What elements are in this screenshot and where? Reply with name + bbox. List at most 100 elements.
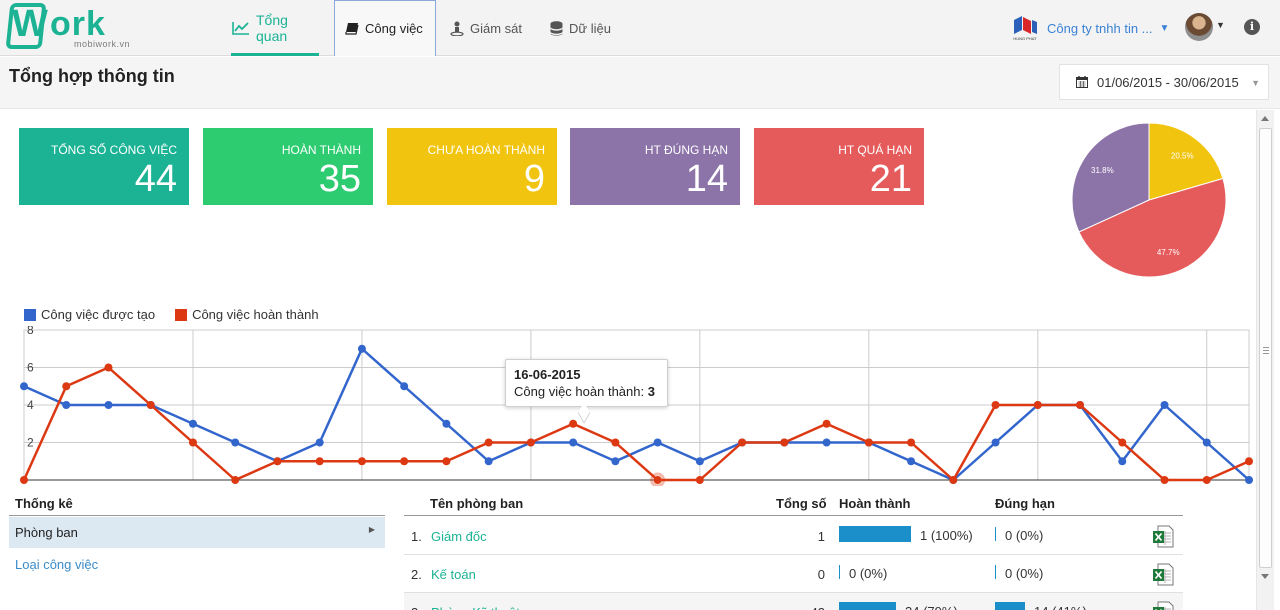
data-point[interactable] [62, 382, 71, 391]
data-point[interactable] [357, 344, 366, 353]
data-point[interactable] [484, 438, 493, 447]
main-nav: Tổng quan Công việc Giám sát Dữ liệu [222, 0, 640, 56]
data-point[interactable] [653, 438, 662, 447]
col-header-name[interactable]: Tên phòng ban [430, 496, 523, 511]
ontime-text: 0 (0%) [1005, 528, 1044, 543]
data-point[interactable] [104, 363, 113, 372]
col-header-total[interactable]: Tổng số [776, 496, 827, 511]
dept-name-link[interactable]: Phòng Kỹ thuật [431, 605, 520, 610]
data-point[interactable] [822, 438, 831, 447]
data-point[interactable] [991, 401, 1000, 409]
user-avatar[interactable] [1185, 13, 1213, 41]
col-header-done[interactable]: Hoàn thành [839, 496, 911, 511]
data-point[interactable] [62, 401, 71, 409]
tab-overview-label: Tổng quan [256, 12, 288, 44]
tooltip-value: 3 [647, 384, 655, 399]
legend-item-created[interactable]: Công việc được tạo [24, 307, 155, 322]
data-point[interactable] [569, 438, 578, 447]
tab-overview[interactable]: Tổng quan [222, 0, 328, 56]
card-total-tasks[interactable]: TỔNG SỐ CÔNG VIỆC 44 [19, 128, 189, 205]
data-point[interactable] [822, 419, 831, 428]
legend-item-completed[interactable]: Công việc hoàn thành [175, 307, 319, 322]
vertical-scrollbar[interactable] [1256, 110, 1274, 610]
card-on-time[interactable]: HT ĐÚNG HẠN 14 [570, 128, 740, 205]
data-point[interactable] [695, 457, 704, 466]
data-point[interactable] [231, 438, 240, 447]
dept-name-link[interactable]: Kế toán [431, 567, 476, 582]
done-text: 34 (79%) [905, 604, 958, 610]
scroll-down-arrow-icon[interactable] [1261, 574, 1269, 579]
data-point[interactable] [1245, 457, 1253, 466]
data-point[interactable] [188, 419, 197, 428]
data-point[interactable] [780, 438, 789, 447]
tab-tasks[interactable]: Công việc [334, 0, 436, 56]
data-point[interactable] [695, 476, 704, 484]
database-icon [550, 20, 563, 36]
y-tick-label: 4 [27, 398, 34, 412]
data-point[interactable] [1118, 457, 1127, 466]
data-point[interactable] [20, 382, 28, 391]
data-point[interactable] [273, 457, 282, 466]
data-point[interactable] [188, 438, 197, 447]
data-point[interactable] [442, 457, 451, 466]
date-range-picker[interactable]: 01/06/2015 - 30/06/2015 ▼ [1059, 64, 1269, 100]
data-point[interactable] [231, 476, 240, 484]
data-point[interactable] [315, 438, 324, 447]
legend-swatch-completed [175, 308, 188, 321]
data-point[interactable] [104, 401, 113, 409]
legend-label-created: Công việc được tạo [41, 307, 156, 322]
card-completed[interactable]: HOÀN THÀNH 35 [203, 128, 373, 205]
data-point[interactable] [146, 401, 155, 409]
data-point[interactable] [400, 382, 409, 391]
data-point[interactable] [1202, 476, 1211, 484]
data-point[interactable] [1118, 438, 1127, 447]
card-overdue[interactable]: HT QUÁ HẠN 21 [754, 128, 924, 205]
done-text: 0 (0%) [849, 566, 888, 581]
data-point[interactable] [907, 457, 916, 466]
data-point[interactable] [1202, 438, 1211, 447]
data-point[interactable] [400, 457, 409, 466]
data-point[interactable] [907, 438, 916, 447]
data-point[interactable] [611, 457, 620, 466]
data-point[interactable] [315, 457, 324, 466]
stats-menu-item-department[interactable]: Phòng ban ▶ [9, 517, 385, 548]
stats-menu-item-task-type[interactable]: Loại công việc [15, 557, 98, 572]
card-not-completed[interactable]: CHƯA HOÀN THÀNH 9 [387, 128, 557, 205]
data-point[interactable] [653, 476, 662, 484]
data-point[interactable] [569, 419, 578, 428]
dept-total: 43 [811, 605, 825, 610]
scroll-up-arrow-icon[interactable] [1261, 116, 1269, 121]
data-point[interactable] [1245, 476, 1253, 484]
excel-export-icon[interactable] [1152, 563, 1174, 586]
excel-export-icon[interactable] [1152, 601, 1174, 610]
data-point[interactable] [864, 438, 873, 447]
data-point[interactable] [611, 438, 620, 447]
stats-menu-item-label: Phòng ban [15, 525, 78, 540]
data-point[interactable] [442, 419, 451, 428]
company-switcher[interactable]: HUNG PHAT Công ty tnhh tin ... ▼ [1010, 13, 1169, 43]
data-point[interactable] [20, 476, 28, 484]
data-point[interactable] [738, 438, 747, 447]
data-point[interactable] [1076, 401, 1085, 409]
data-point[interactable] [991, 438, 1000, 447]
excel-export-icon[interactable] [1152, 525, 1174, 548]
dept-total: 1 [817, 529, 825, 544]
data-point[interactable] [1033, 401, 1042, 409]
data-point[interactable] [949, 476, 958, 484]
col-header-ontime[interactable]: Đúng hạn [995, 496, 1055, 511]
app-logo[interactable]: W ork mobiwork.vn [5, 3, 138, 53]
data-point[interactable] [1160, 476, 1169, 484]
table-row: 2. Kế toán 0 0 (0%) 0 (0%) [404, 555, 1183, 593]
tooltip-series-label: Công việc hoàn thành: [514, 384, 648, 399]
dept-name-link[interactable]: Giám đốc [431, 529, 487, 544]
data-point[interactable] [1160, 401, 1169, 409]
data-point[interactable] [484, 457, 493, 466]
data-point[interactable] [357, 457, 366, 466]
row-index: 1. [411, 529, 422, 544]
avatar-caret-down-icon[interactable]: ▼ [1216, 20, 1225, 30]
info-icon[interactable]: i [1244, 19, 1260, 35]
tab-monitor[interactable]: Giám sát [440, 0, 540, 56]
data-point[interactable] [526, 438, 535, 447]
scroll-thumb[interactable] [1259, 128, 1272, 568]
tab-data[interactable]: Dữ liệu [540, 0, 640, 56]
